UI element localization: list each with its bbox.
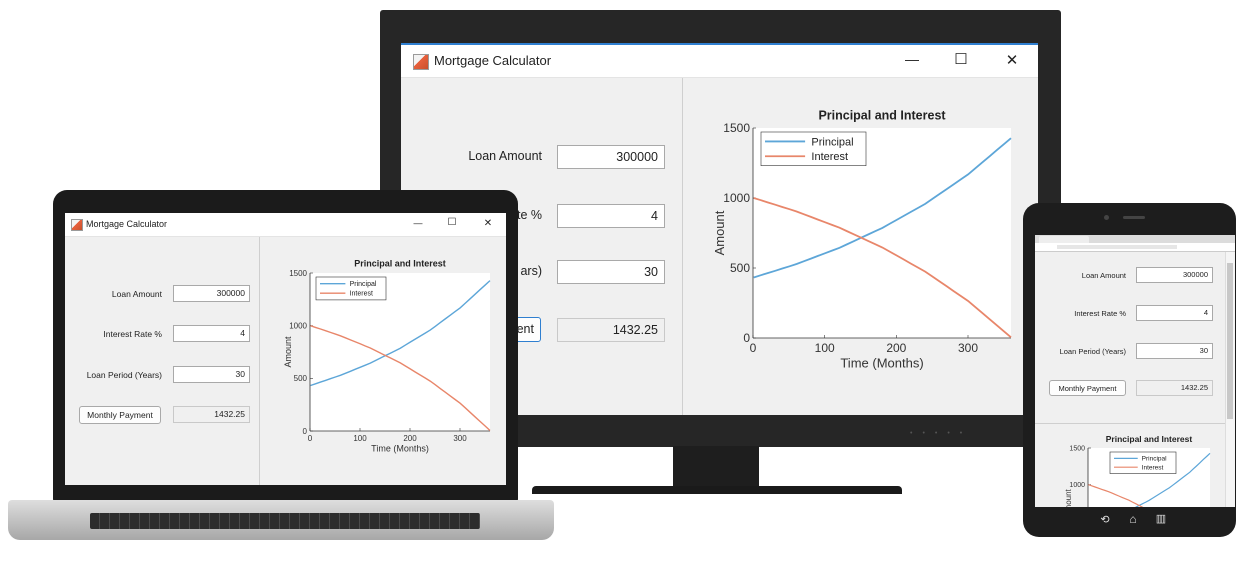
- legend-label-interest: Interest: [811, 151, 848, 163]
- phone-recent-apps-icon[interactable]: ▥: [1154, 512, 1168, 525]
- y-tick-label: 1000: [1069, 482, 1085, 489]
- x-tick-label: 0: [750, 341, 757, 355]
- phone-screen: Loan Amount 300000 Interest Rate % 4 Loa…: [1035, 235, 1235, 507]
- monthly-payment-button[interactable]: Monthly Payment: [1049, 380, 1126, 396]
- y-tick-label: 0: [743, 331, 750, 345]
- loan-period-field[interactable]: 30: [1136, 343, 1213, 359]
- chart-panel: Principal and Interest 0 100 200 300 0 500 1000…: [682, 78, 1038, 415]
- loan-amount-label: Loan Amount: [111, 289, 162, 299]
- y-tick-label: 1000: [723, 191, 750, 205]
- monthly-payment-field: 1432.25: [557, 318, 665, 342]
- chart-title: Principal and Interest: [354, 259, 446, 269]
- minimize-icon[interactable]: —: [898, 51, 926, 67]
- monthly-payment-field: 1432.25: [173, 406, 250, 423]
- loan-amount-field[interactable]: 300000: [1136, 267, 1213, 283]
- monitor-neck: [673, 446, 759, 488]
- matlab-app-icon: [71, 219, 83, 231]
- close-icon[interactable]: ✕: [998, 51, 1026, 69]
- title-bar: Mortgage Calculator — ☐ ✕: [401, 45, 1038, 78]
- browser-url-bar[interactable]: [1057, 245, 1177, 249]
- interest-rate-label: Interest Rate %: [1074, 309, 1126, 318]
- monthly-payment-button[interactable]: Monthly Payment: [79, 406, 161, 424]
- loan-amount-label: Loan Amount: [468, 149, 542, 163]
- loan-amount-label: Loan Amount: [1081, 271, 1126, 280]
- legend-label-interest: Interest: [1142, 464, 1164, 471]
- title-bar: Mortgage Calculator — ☐ ✕: [65, 213, 506, 237]
- monitor-stand: [532, 486, 902, 494]
- maximize-icon[interactable]: ☐: [442, 217, 462, 228]
- x-tick-label: 200: [403, 434, 417, 443]
- phone-back-icon[interactable]: ⟲: [1098, 513, 1112, 526]
- laptop-keyboard: [90, 513, 480, 529]
- matlab-app-icon: [413, 54, 429, 70]
- y-tick-label: 1000: [289, 321, 307, 330]
- chart-title: Principal and Interest: [1106, 434, 1193, 444]
- principal-interest-chart: Principal and Interest 0 100 200 300 0 500 1000…: [712, 108, 1012, 371]
- loan-amount-field[interactable]: 300000: [173, 285, 250, 302]
- loan-period-field[interactable]: 30: [557, 260, 665, 284]
- interest-rate-label: Interest Rate %: [103, 329, 162, 339]
- loan-period-label: Loan Period (Years): [1059, 347, 1126, 356]
- x-tick-label: 100: [353, 434, 367, 443]
- x-tick-label: 100: [815, 341, 835, 355]
- laptop-app-window: Mortgage Calculator — ☐ ✕ Loan Amount 30…: [65, 213, 506, 485]
- interest-rate-field[interactable]: 4: [1136, 305, 1213, 321]
- phone-camera: [1104, 215, 1109, 220]
- x-axis-label: Time (Months): [840, 356, 923, 371]
- x-tick-label: 300: [958, 341, 978, 355]
- phone-home-icon[interactable]: ⌂: [1126, 512, 1140, 526]
- monitor-bezel-indicators: •••••: [910, 430, 973, 437]
- legend-label-principal: Principal: [350, 281, 377, 288]
- y-axis-label: Amount: [712, 210, 727, 255]
- x-tick-label: 300: [453, 434, 467, 443]
- y-axis-label: Amount: [283, 336, 293, 368]
- window-title: Mortgage Calculator: [86, 219, 168, 229]
- loan-period-label: ars): [520, 264, 542, 278]
- input-panel: Loan Amount 300000 Interest Rate % 4 Loa…: [65, 237, 259, 485]
- y-tick-label: 1500: [1069, 445, 1085, 452]
- maximize-icon[interactable]: ☐: [947, 50, 975, 68]
- phone-speaker: [1123, 216, 1145, 219]
- scrollbar-thumb[interactable]: [1227, 263, 1233, 419]
- y-tick-label: 0: [303, 427, 308, 436]
- legend-label-principal: Principal: [811, 136, 853, 148]
- interest-rate-field[interactable]: 4: [173, 325, 250, 342]
- y-tick-label: 1500: [289, 269, 307, 278]
- chart-panel: Principal and Interest 0 100 200 300 0 500 1000…: [259, 237, 506, 485]
- y-axis-label: Amount: [1064, 488, 1073, 507]
- x-axis-label: Time (Months): [371, 443, 429, 453]
- loan-amount-field[interactable]: 300000: [557, 145, 665, 169]
- legend-label-interest: Interest: [350, 291, 373, 298]
- loan-period-field[interactable]: 30: [173, 366, 250, 383]
- legend-label-principal: Principal: [1142, 456, 1167, 463]
- window-title: Mortgage Calculator: [434, 53, 552, 68]
- y-tick-label: 500: [730, 261, 750, 275]
- chart-title: Principal and Interest: [818, 108, 946, 122]
- minimize-icon[interactable]: —: [408, 218, 428, 228]
- monthly-payment-field: 1432.25: [1136, 380, 1213, 396]
- y-tick-label: 1500: [723, 121, 750, 135]
- interest-rate-field[interactable]: 4: [557, 204, 665, 228]
- loan-period-label: Loan Period (Years): [86, 370, 162, 380]
- principal-interest-chart: Principal and Interest 0 100 200 300 0 500 1000…: [283, 259, 491, 453]
- browser-tab[interactable]: [1039, 236, 1089, 243]
- interest-rate-label: te %: [516, 208, 542, 222]
- x-tick-label: 0: [308, 434, 313, 443]
- y-tick-label: 500: [294, 374, 308, 383]
- close-icon[interactable]: ✕: [478, 218, 498, 229]
- principal-interest-chart: Principal and Interest010020030005001000…: [1064, 434, 1211, 507]
- x-tick-label: 200: [886, 341, 906, 355]
